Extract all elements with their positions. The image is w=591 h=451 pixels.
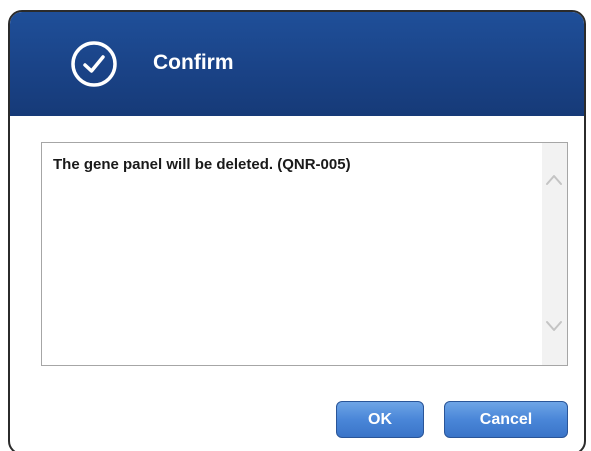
confirm-dialog: Confirm The gene panel will be deleted. …	[8, 10, 586, 451]
cancel-button[interactable]: Cancel	[444, 401, 568, 438]
chevron-up-icon[interactable]	[544, 171, 564, 189]
check-circle-icon	[71, 41, 117, 87]
page: Confirm The gene panel will be deleted. …	[0, 0, 591, 451]
ok-button[interactable]: OK	[336, 401, 424, 438]
chevron-down-icon[interactable]	[544, 317, 564, 335]
message-text: The gene panel will be deleted. (QNR-005…	[53, 156, 351, 173]
message-area: The gene panel will be deleted. (QNR-005…	[41, 142, 568, 366]
dialog-titlebar: Confirm	[10, 12, 584, 116]
dialog-title: Confirm	[153, 51, 234, 74]
vertical-scrollbar[interactable]	[542, 143, 567, 365]
